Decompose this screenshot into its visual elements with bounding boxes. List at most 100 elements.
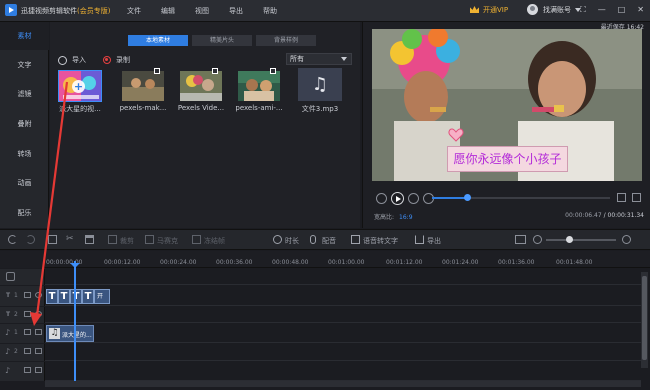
undo-icon[interactable]	[8, 235, 17, 244]
minimize-icon[interactable]: —	[598, 5, 606, 15]
text-clip[interactable]: T	[70, 289, 82, 304]
aspect-ratio[interactable]: 宽高比: 16:9	[374, 212, 413, 221]
vip-button[interactable]: 开通VIP	[470, 5, 508, 15]
import-button[interactable]: 导入	[58, 55, 86, 65]
voiceover-button[interactable]: 配音	[322, 236, 336, 246]
avatar	[527, 4, 538, 15]
track-main[interactable]	[45, 269, 641, 285]
speech-to-text-button[interactable]: 语音转文字	[363, 236, 398, 246]
tab-local-media[interactable]: 本地素材	[128, 35, 188, 46]
tick-label: 00:01:12.00	[386, 259, 423, 266]
sidebar-item-transitions[interactable]: 转场	[0, 140, 49, 168]
menu-export[interactable]: 导出	[229, 6, 263, 16]
lock-icon[interactable]	[24, 311, 31, 317]
zoom-slider[interactable]	[546, 239, 616, 241]
playback-progress[interactable]	[432, 197, 610, 199]
media-filter-select[interactable]: 所有	[286, 53, 352, 65]
media-tabs: 本地素材 精美片头 背景样例	[128, 35, 316, 46]
tab-intros[interactable]: 精美片头	[192, 35, 252, 46]
zoom-out-icon[interactable]	[533, 235, 542, 244]
sidebar-item-filters[interactable]: 滤镜	[0, 80, 49, 108]
mosaic-icon	[145, 235, 154, 244]
playhead[interactable]	[74, 261, 76, 385]
tick-label: 00:01:36.00	[498, 259, 535, 266]
media-item-thumbnail[interactable]	[238, 71, 280, 101]
maximize-icon[interactable]: □	[618, 5, 626, 15]
sidebar-item-overlay[interactable]: 叠附	[0, 110, 49, 138]
timeline-scroll-thumb[interactable]	[642, 276, 647, 360]
export-icon	[415, 235, 424, 244]
sidebar-item-text[interactable]: 文字	[0, 51, 49, 79]
zoom-slider-knob[interactable]	[566, 236, 573, 243]
track-text-2[interactable]	[45, 307, 641, 323]
track-header-main	[0, 269, 45, 285]
stop-icon[interactable]	[408, 193, 419, 204]
fullscreen-icon[interactable]: ⛶	[580, 5, 586, 15]
eye-icon[interactable]	[35, 292, 42, 298]
close-icon[interactable]: ✕	[637, 5, 644, 15]
track-number: 1	[14, 329, 18, 336]
edit-icon[interactable]	[48, 235, 57, 244]
audio-clip[interactable]: ♫ 派大星的...	[46, 325, 94, 342]
menu-file[interactable]: 文件	[127, 6, 161, 16]
lock-icon[interactable]	[24, 348, 31, 354]
track-text-1[interactable]	[45, 286, 641, 306]
text-clip[interactable]: T	[82, 289, 94, 304]
redo-icon[interactable]	[26, 235, 35, 244]
import-label: 导入	[72, 56, 86, 64]
timecode: 00:00:06.47 / 00:00:31.34	[565, 212, 644, 219]
progress-fill	[432, 197, 468, 199]
sidebar-item-animation[interactable]: 动画	[0, 169, 49, 197]
duration-button[interactable]: 时长	[285, 236, 299, 246]
media-item-thumbnail[interactable]: ♫	[298, 68, 342, 101]
lock-icon[interactable]	[24, 292, 31, 298]
media-item-label: 派大星的视...	[59, 105, 101, 113]
add-icon[interactable]: +	[72, 80, 85, 93]
text-track-icon: T	[6, 311, 11, 318]
audio-clip-label: 派大星的...	[62, 332, 92, 339]
text-clip[interactable]: T	[58, 289, 70, 304]
zoom-in-icon[interactable]	[622, 235, 631, 244]
sidebar-item-music[interactable]: 配乐	[0, 199, 49, 227]
aspect-label: 宽高比:	[374, 214, 395, 221]
track-audio-1[interactable]	[45, 324, 641, 343]
menu-view[interactable]: 视图	[195, 6, 229, 16]
menu-help[interactable]: 帮助	[263, 6, 297, 16]
record-button[interactable]: 录制	[103, 55, 130, 65]
fit-timeline-icon[interactable]	[515, 235, 526, 244]
speaker-icon[interactable]	[35, 329, 42, 335]
fullscreen-preview-icon[interactable]	[632, 193, 641, 202]
play-icon[interactable]	[391, 192, 404, 205]
export-button[interactable]: 导出	[427, 236, 441, 246]
eye-icon[interactable]	[35, 311, 42, 317]
crop-icon	[108, 235, 117, 244]
caption-overlay[interactable]: 愿你永远像个小孩子	[447, 146, 568, 172]
delete-icon[interactable]	[85, 235, 94, 244]
media-item-thumbnail[interactable]	[122, 71, 164, 101]
lock-icon[interactable]	[24, 367, 31, 373]
media-item-thumbnail[interactable]	[180, 71, 222, 101]
speaker-icon[interactable]	[35, 367, 42, 373]
timeline-corner	[0, 251, 45, 268]
speaker-icon[interactable]	[35, 348, 42, 354]
cut-icon[interactable]: ✂	[66, 235, 75, 244]
media-item-label: pexels-ami-...	[235, 104, 283, 112]
user-account[interactable]: 找满账号	[527, 4, 581, 15]
skip-back-icon[interactable]	[376, 193, 387, 204]
chevron-down-icon	[341, 57, 347, 61]
volume-icon[interactable]	[617, 193, 626, 202]
tab-backgrounds[interactable]: 背景样例	[256, 35, 316, 46]
text-clip-label[interactable]: 开	[94, 289, 110, 304]
text-clip[interactable]: T	[46, 289, 58, 304]
menu-edit[interactable]: 编辑	[161, 6, 195, 16]
track-header-text-2: T 2	[0, 307, 45, 323]
current-time: 00:00:06.47	[565, 212, 602, 219]
track-number: 2	[14, 311, 18, 318]
lock-icon[interactable]	[24, 329, 31, 335]
track-audio-3[interactable]	[45, 362, 641, 381]
aspect-value: 16:9	[399, 214, 413, 221]
track-audio-2[interactable]	[45, 344, 641, 361]
timeline-horizontal-scrollbar[interactable]	[45, 381, 641, 387]
sidebar-item-materials[interactable]: 素材	[0, 22, 49, 50]
track-number: 1	[14, 292, 18, 299]
